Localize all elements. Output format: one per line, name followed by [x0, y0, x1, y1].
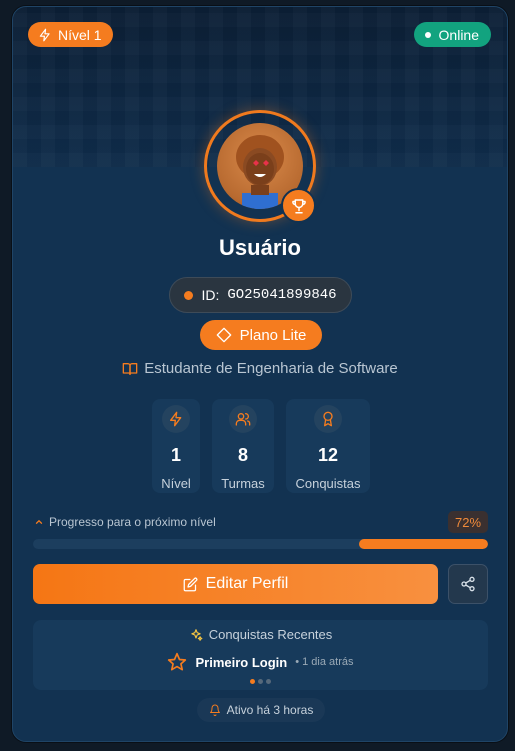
stat-classes-value: 8 [237, 445, 248, 465]
recent-achievements: Conquistas Recentes Primeiro Login • 1 d… [33, 620, 488, 690]
recent-achievements-header: Conquistas Recentes [33, 627, 488, 642]
stat-classes-icon-wrap [229, 405, 257, 433]
stat-level-icon-wrap [162, 405, 190, 433]
status-dot [424, 31, 431, 38]
share-icon [461, 576, 475, 592]
stat-level: 1 Nível [152, 399, 200, 493]
edit-profile-button[interactable]: Editar Perfil [33, 564, 438, 604]
carousel-dot[interactable] [258, 679, 263, 684]
bell-icon [209, 704, 220, 716]
profile-card: Nível 1 Online Usuário ID: GO25041899846 [12, 6, 508, 742]
course-label: Estudante de Engenharia de Software [144, 360, 398, 377]
level-badge: Nível 1 [28, 22, 113, 47]
id-label: ID: [201, 287, 220, 303]
edit-profile-label: Editar Perfil [205, 575, 289, 592]
trophy-icon [291, 198, 306, 213]
id-value: GO25041899846 [227, 287, 337, 303]
users-icon [235, 413, 251, 426]
progress-fill [358, 539, 488, 549]
star-icon [168, 652, 187, 671]
recent-achievements-title: Conquistas Recentes [208, 627, 333, 642]
stat-classes: 8 Turmas [212, 399, 274, 493]
stat-achievements: 12 Conquistas [286, 399, 370, 493]
edit-icon [183, 577, 198, 591]
status-badge: Online [413, 22, 491, 47]
achievement-time: • 1 dia atrás [295, 656, 354, 668]
diamond-icon [216, 327, 231, 343]
carousel-dots [33, 679, 488, 684]
bolt-icon [170, 411, 182, 427]
progress-percent: 72% [448, 511, 489, 533]
stat-achievements-label: Conquistas [295, 476, 361, 491]
stat-level-label: Nível [161, 476, 191, 491]
activity-badge: Ativo há 3 horas [197, 698, 325, 722]
book-icon [122, 362, 138, 375]
award-icon [323, 411, 333, 427]
share-button[interactable] [448, 564, 488, 604]
trophy-badge [281, 188, 316, 223]
progress-label: Progresso para o próximo nível [34, 515, 216, 529]
plan-label: Plano Lite [239, 326, 307, 344]
chevron-up-icon [35, 519, 43, 524]
stat-classes-label: Turmas [221, 476, 265, 491]
achievement-name: Primeiro Login [195, 654, 288, 670]
progress-label-text: Progresso para o próximo nível [49, 515, 216, 529]
plan-badge[interactable]: Plano Lite [200, 320, 322, 350]
course-line: Estudante de Engenharia de Software [13, 360, 507, 377]
stat-achievements-value: 12 [317, 445, 339, 465]
carousel-dot[interactable] [250, 679, 255, 684]
user-name: Usuário [219, 235, 301, 260]
carousel-dot[interactable] [266, 679, 271, 684]
sparkles-icon [191, 628, 203, 641]
stat-level-value: 1 [170, 445, 181, 465]
progress-track [33, 539, 488, 549]
stat-achievements-icon-wrap [314, 405, 342, 433]
level-badge-label: Nível 1 [58, 26, 102, 43]
achievement-item[interactable]: Primeiro Login • 1 dia atrás [33, 652, 488, 672]
status-label: Online [438, 26, 479, 43]
bolt-icon [39, 28, 50, 41]
user-id-pill[interactable]: ID: GO25041899846 [169, 277, 352, 313]
id-dot [184, 290, 194, 300]
activity-text: Ativo há 3 horas [226, 703, 314, 717]
